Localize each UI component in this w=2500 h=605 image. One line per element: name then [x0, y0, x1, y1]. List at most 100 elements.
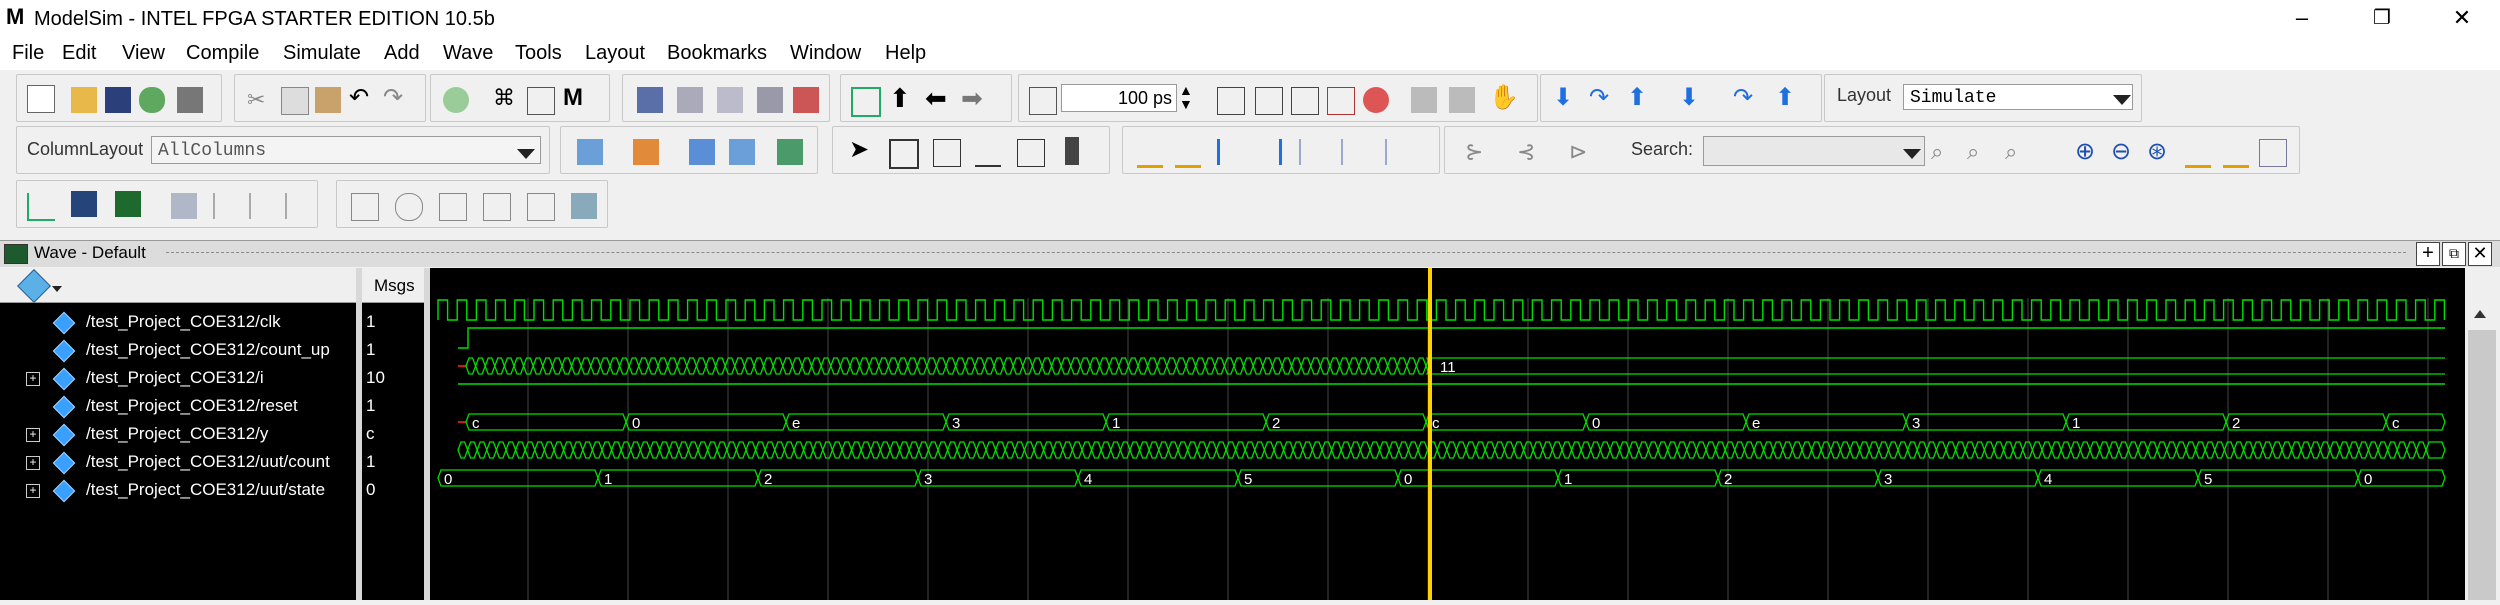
pointer-icon[interactable]: ➤ [849, 137, 875, 163]
chevron-down-icon[interactable] [517, 149, 535, 159]
compile-all-icon[interactable] [677, 87, 703, 113]
bookmark-zoom-icon[interactable] [483, 193, 511, 221]
edit-mode-icon[interactable] [975, 139, 1001, 167]
format-event-icon[interactable] [171, 193, 197, 219]
break-run-icon[interactable] [1327, 87, 1355, 115]
bookmark-circle-icon[interactable] [395, 193, 423, 221]
simulate-icon[interactable] [757, 87, 783, 113]
format-color-icon[interactable] [249, 193, 277, 219]
add-list-icon[interactable] [633, 139, 659, 165]
step-into-icon[interactable]: ⬇ [1553, 85, 1579, 111]
step-out-dropdown-icon[interactable]: ⬆ [1775, 85, 1801, 111]
step-out-icon[interactable]: ⬆ [1627, 85, 1653, 111]
new-file-icon[interactable] [27, 85, 55, 113]
hierarchy-icon[interactable] [527, 87, 555, 115]
format-radix-icon[interactable] [285, 193, 313, 219]
redo-icon[interactable]: ↷ [383, 85, 409, 111]
expand-icon[interactable]: + [26, 428, 40, 442]
copy-icon[interactable] [281, 87, 309, 115]
compile-selected-icon[interactable] [717, 87, 743, 113]
signal-name[interactable]: /test_Project_COE312/y [86, 424, 268, 452]
format-height-icon[interactable] [213, 193, 241, 219]
expand-icon[interactable]: + [26, 484, 40, 498]
continue-run-icon[interactable] [1255, 87, 1283, 115]
measure-icon[interactable] [1017, 139, 1045, 167]
menu-bookmarks[interactable]: Bookmarks [667, 42, 767, 65]
menu-edit[interactable]: Edit [62, 42, 96, 65]
chevron-down-icon[interactable] [1903, 149, 1921, 159]
lock-cursor-icon[interactable] [1385, 139, 1413, 165]
cut-icon[interactable]: ✂ [247, 87, 273, 113]
menu-wave[interactable]: Wave [443, 42, 493, 65]
paste-icon[interactable] [315, 87, 341, 113]
search-previous-icon[interactable]: ⌕ [1967, 139, 1993, 165]
menu-add[interactable]: Add [384, 42, 420, 65]
close-pane-icon[interactable]: ✕ [2468, 242, 2492, 266]
next-edge-icon[interactable] [1253, 139, 1282, 165]
step-over-arc-icon[interactable]: ↷ [1589, 85, 1615, 111]
chevron-down-icon[interactable] [52, 286, 62, 292]
signal-name[interactable]: /test_Project_COE312/uut/count [86, 452, 330, 480]
step-over-icon[interactable] [1449, 87, 1475, 113]
menu-simulate[interactable]: Simulate [283, 42, 361, 65]
zoom-in-icon[interactable]: ⊕ [2075, 139, 2101, 165]
delete-cursor-icon[interactable] [1175, 139, 1201, 168]
compile-icon[interactable] [637, 87, 663, 113]
expand-icon[interactable]: ⊱ [1465, 139, 1491, 165]
collapse-icon[interactable]: ⊰ [1517, 139, 1543, 165]
open-folder-icon[interactable] [71, 87, 97, 113]
modelsim-icon[interactable]: M [563, 85, 589, 111]
menu-window[interactable]: Window [790, 42, 861, 65]
bookmark-icon[interactable] [351, 193, 379, 221]
previous-transition-icon[interactable] [1299, 139, 1327, 165]
signal-name[interactable]: /test_Project_COE312/uut/state [86, 480, 325, 508]
expand-icon[interactable]: + [26, 372, 40, 386]
column-layout-select[interactable]: AllColumns [151, 136, 541, 164]
traffic-light-icon[interactable] [1065, 137, 1079, 165]
scroll-up-icon[interactable] [2474, 310, 2486, 318]
menu-layout[interactable]: Layout [585, 42, 645, 65]
next-transition-icon[interactable] [1341, 139, 1369, 165]
forward-arrow-icon[interactable]: ➡ [961, 85, 987, 111]
wrench-icon[interactable] [571, 193, 597, 219]
expand-icon[interactable]: + [26, 456, 40, 470]
search-icon[interactable]: ⌕ [1931, 139, 1957, 165]
format-analog-icon[interactable] [115, 191, 141, 217]
add-dataflow-icon[interactable] [729, 139, 755, 165]
environment-icon[interactable] [851, 87, 881, 117]
layout-select[interactable]: Simulate [1903, 84, 2133, 110]
add-log-icon[interactable] [689, 139, 715, 165]
format-literal-icon[interactable] [27, 193, 55, 221]
refresh-icon[interactable] [139, 87, 165, 113]
break-icon[interactable] [793, 87, 819, 113]
previous-edge-icon[interactable] [1217, 139, 1246, 165]
stop-icon[interactable] [1363, 87, 1389, 113]
binoculars-icon[interactable]: ⌘ [493, 85, 519, 111]
save-icon[interactable] [105, 87, 131, 113]
wave-window-header[interactable] [0, 240, 2500, 267]
pan-mode-icon[interactable] [933, 139, 961, 167]
run-icon[interactable] [1217, 87, 1245, 115]
zoom-out-icon[interactable]: ⊖ [2111, 139, 2137, 165]
scrollbar-thumb[interactable] [2468, 330, 2496, 600]
export-icon[interactable] [777, 139, 803, 165]
pane-divider[interactable] [356, 268, 362, 600]
bookmark-range-icon[interactable] [439, 193, 467, 221]
menu-tools[interactable]: Tools [515, 42, 562, 65]
step-into-dropdown-icon[interactable]: ⬇ [1679, 85, 1705, 111]
menu-file[interactable]: File [12, 42, 44, 65]
back-arrow-icon[interactable]: ⬅ [925, 85, 951, 111]
run-length-stepper[interactable]: ▲ ▼ [1179, 83, 1197, 113]
chevron-down-icon[interactable] [2113, 95, 2131, 105]
add-pane-icon[interactable]: + [2416, 242, 2440, 266]
waveform-pane[interactable]: 11 c 0 e 3 1 2 c 0 e 3 1 2 c 0 1 2 3 4 5 0 1 2 3 4 5 0 [430, 268, 2465, 600]
undock-icon[interactable]: ⧉ [2442, 242, 2466, 266]
bookmark-all-icon[interactable] [527, 193, 555, 221]
insert-cursor-icon[interactable] [1137, 139, 1163, 168]
signal-name[interactable]: /test_Project_COE312/i [86, 368, 264, 396]
menu-view[interactable]: View [122, 42, 165, 65]
group-icon[interactable]: ⊳ [1569, 139, 1595, 165]
menu-compile[interactable]: Compile [186, 42, 259, 65]
run-length-input[interactable]: 100 ps [1061, 84, 1177, 112]
signal-name[interactable]: /test_Project_COE312/clk [86, 312, 281, 340]
